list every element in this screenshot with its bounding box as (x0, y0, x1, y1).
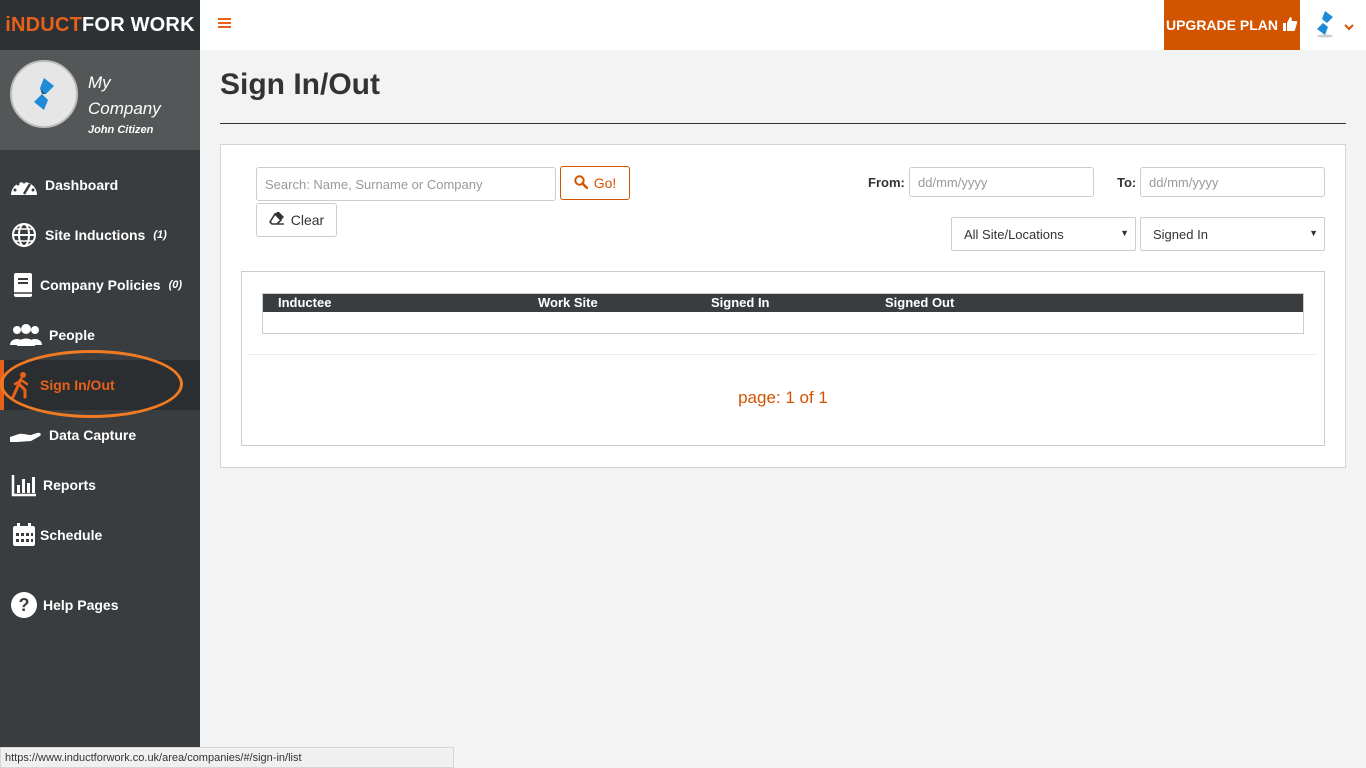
sidebar-item-label: Company Policies (40, 277, 161, 293)
upgrade-plan-label: UPGRADE PLAN (1165, 17, 1278, 33)
sidebar-item-help-pages[interactable]: ? Help Pages (0, 580, 200, 630)
bar-chart-icon (9, 470, 39, 500)
dashboard-gauge-icon (9, 170, 39, 200)
calendar-icon (9, 520, 39, 550)
eraser-icon (268, 210, 285, 229)
browser-status-url: https://www.inductforwork.co.uk/area/com… (0, 747, 454, 768)
user-avatar-logo-icon (1312, 10, 1338, 43)
sidebar-item-label: Help Pages (43, 597, 119, 613)
sidebar-item-reports[interactable]: Reports (0, 460, 200, 510)
site-location-select[interactable]: All Site/Locations ▼ (951, 217, 1136, 251)
table-header: Inductee Work Site Signed In Signed Out (263, 294, 1303, 312)
from-date-label: From: (868, 175, 905, 190)
brand-logo[interactable]: iNDUCT FOR WORK (0, 0, 200, 50)
sign-status-select[interactable]: Signed In ▼ (1140, 217, 1325, 251)
people-icon (9, 320, 43, 350)
results-container: Inductee Work Site Signed In Signed Out … (241, 271, 1325, 446)
to-date-input[interactable] (1140, 167, 1325, 197)
company-logo-avatar[interactable] (10, 60, 78, 128)
sidebar-item-sign-in-out[interactable]: Sign In/Out (0, 360, 200, 410)
sidebar-item-count: (0) (168, 279, 183, 291)
caret-down-icon: ▼ (1309, 228, 1318, 238)
sidebar-item-dashboard[interactable]: Dashboard (0, 160, 200, 210)
sidebar: iNDUCT FOR WORK My Company John Citizen D… (0, 0, 200, 768)
hamburger-menu-icon[interactable] (218, 14, 232, 35)
column-header-signed-out[interactable]: Signed Out (885, 295, 954, 310)
sidebar-item-label: Site Inductions (45, 227, 146, 243)
search-input[interactable] (256, 167, 556, 201)
walking-person-icon (6, 370, 36, 400)
company-name: My Company (88, 73, 161, 118)
sign-status-select-value: Signed In (1153, 226, 1208, 242)
brand-logo-part2: FOR WORK (82, 13, 195, 36)
company-profile: My Company John Citizen (0, 50, 200, 150)
column-header-signed-in[interactable]: Signed In (711, 295, 770, 310)
hand-icon (9, 420, 43, 450)
svg-text:?: ? (19, 595, 30, 615)
divider (248, 354, 1318, 355)
top-bar: UPGRADE PLAN (200, 0, 1366, 50)
site-location-select-value: All Site/Locations (964, 226, 1064, 242)
sidebar-item-label: Data Capture (49, 427, 137, 443)
sidebar-item-count: (1) (153, 229, 167, 241)
sign-in-out-panel: Go! Clear From: To: All Site/Locations ▼… (220, 144, 1346, 468)
sidebar-item-site-inductions[interactable]: Site Inductions (1) (0, 210, 200, 260)
globe-icon (9, 220, 39, 250)
from-date-input[interactable] (909, 167, 1094, 197)
thumbs-up-icon (1282, 16, 1298, 35)
go-button-label: Go! (593, 175, 617, 191)
search-icon (574, 174, 588, 192)
user-name: John Citizen (88, 124, 154, 136)
clear-button[interactable]: Clear (256, 203, 337, 237)
brand-logo-part1: iNDUCT (5, 13, 83, 36)
question-circle-icon: ? (9, 590, 39, 620)
column-header-work-site[interactable]: Work Site (538, 295, 598, 310)
chevron-down-icon (1344, 18, 1354, 36)
sign-in-table: Inductee Work Site Signed In Signed Out (262, 293, 1304, 334)
pagination-text: page: 1 of 1 (738, 388, 828, 407)
sidebar-item-company-policies[interactable]: Company Policies (0) (0, 260, 200, 310)
page-title: Sign In/Out (220, 68, 380, 101)
user-menu[interactable] (1312, 10, 1354, 43)
title-divider (220, 123, 1346, 124)
upgrade-plan-button[interactable]: UPGRADE PLAN (1164, 0, 1300, 50)
clear-button-label: Clear (290, 212, 325, 228)
go-button[interactable]: Go! (560, 166, 630, 200)
sidebar-item-label: People (49, 327, 95, 343)
sidebar-item-label: Reports (43, 477, 96, 493)
company-logo-icon (34, 78, 54, 110)
sidebar-item-data-capture[interactable]: Data Capture (0, 410, 200, 460)
column-header-inductee[interactable]: Inductee (278, 295, 331, 310)
to-date-label: To: (1117, 175, 1137, 190)
sidebar-item-label: Dashboard (45, 177, 119, 193)
sidebar-item-label: Schedule (40, 527, 103, 543)
sidebar-item-people[interactable]: People (0, 310, 200, 360)
sidebar-item-label: Sign In/Out (40, 377, 115, 393)
caret-down-icon: ▼ (1120, 228, 1129, 238)
book-icon (8, 270, 38, 300)
sidebar-item-schedule[interactable]: Schedule (0, 510, 200, 560)
